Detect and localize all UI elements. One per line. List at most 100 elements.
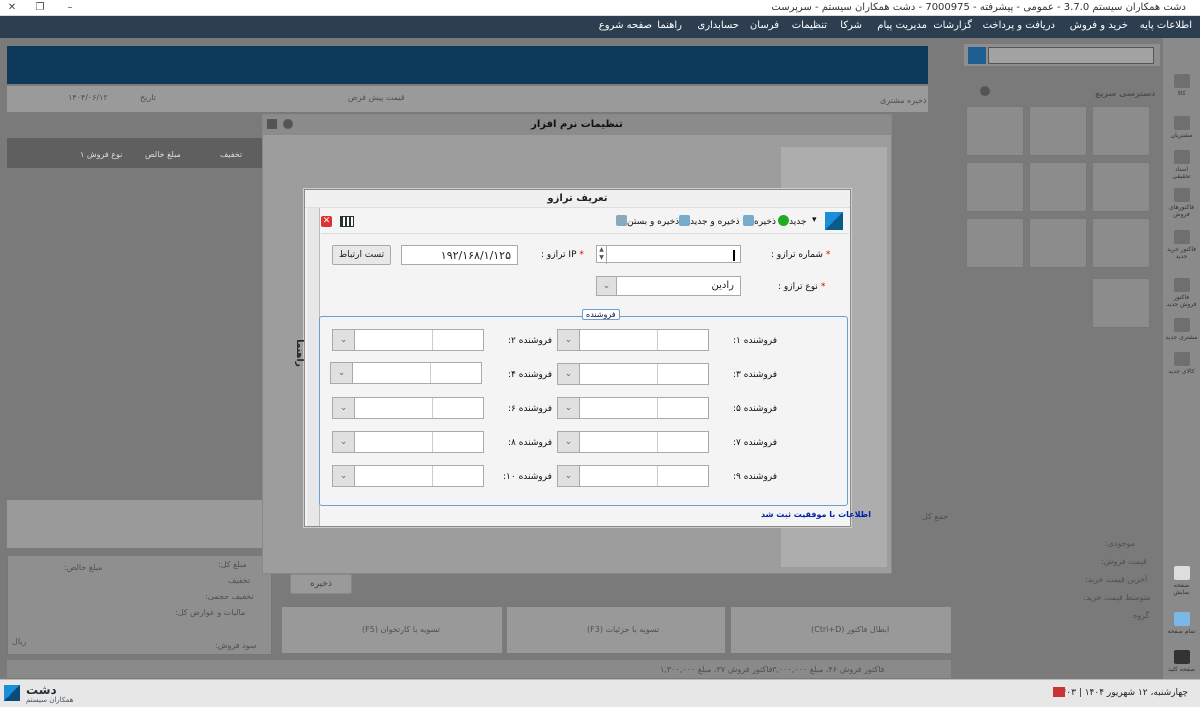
flag-icon[interactable] [1053, 687, 1065, 697]
pay-details-button[interactable]: تسویه با جزئیات (F3) [507, 607, 725, 653]
chevron-down-icon[interactable]: ⌄ [333, 466, 355, 486]
settings-close-icon[interactable] [267, 119, 277, 129]
quick-cell[interactable] [1029, 106, 1087, 156]
scale-number-label: * شماره ترازو : [771, 250, 831, 260]
quick-cell[interactable] [1029, 162, 1087, 212]
quick-cell[interactable] [1092, 162, 1150, 212]
chevron-down-icon[interactable]: ⌄ [558, 364, 580, 384]
keyboard-icon [1173, 650, 1190, 664]
dialog-title: تعریف ترازو [305, 190, 850, 208]
totals-tax: مالیات و عوارض کل: [175, 608, 246, 617]
recent-invoice-1[interactable]: فاکتور فروش ۳۷، مبلغ ۱,۳۰۰,۰۰۰ [660, 665, 772, 674]
quick-cell[interactable] [1092, 218, 1150, 268]
ip-label: * IP ترازو : [541, 250, 584, 260]
chevron-down-icon[interactable]: ⌄ [333, 330, 355, 350]
rt-fullscreen[interactable]: تمام صفحه [1165, 612, 1198, 635]
quick-cell[interactable] [1092, 106, 1150, 156]
chevron-down-icon[interactable]: ⌄ [333, 432, 355, 452]
seller-5-select[interactable]: ⌄ [557, 397, 709, 419]
quick-cell[interactable] [966, 218, 1024, 268]
rt-new-product[interactable]: کالای جدید [1165, 352, 1198, 375]
seller-6-select[interactable]: ⌄ [332, 397, 484, 419]
menu-basic-info[interactable]: اطلاعات پایه [1140, 20, 1192, 31]
seller-8-select[interactable]: ⌄ [332, 431, 484, 453]
sellers-group-title: فروشنده [582, 309, 620, 320]
chevron-down-icon[interactable]: ⌄ [558, 330, 580, 350]
save-new-button[interactable]: ذخیره و جدید [677, 215, 740, 227]
new-button[interactable]: جدید [776, 215, 807, 227]
seller-1-select[interactable]: ⌄ [557, 329, 709, 351]
save-customer-label: ذخیره مشتری [880, 96, 927, 105]
pay-card-button[interactable]: تسویه با کارتخوان (F5) [282, 607, 502, 653]
scale-type-select[interactable]: ⌄ رادین [596, 276, 741, 296]
close-icon[interactable]: ✕ [321, 216, 332, 227]
scale-type-label: * نوع ترازو : [778, 282, 826, 292]
rt-docs[interactable]: اسناد تحقیقی [1165, 150, 1198, 180]
rt-display[interactable]: صفحه نمایش [1165, 566, 1198, 596]
save-new-icon [679, 215, 690, 226]
seller-5-label: فروشنده ۵: [733, 404, 778, 414]
chevron-down-icon[interactable]: ⌄ [558, 398, 580, 418]
seller-8-label: فروشنده ۸: [508, 438, 553, 448]
rt-new-customer[interactable]: مشتری جدید [1165, 318, 1198, 341]
seller-7-select[interactable]: ⌄ [557, 431, 709, 453]
background-save-button[interactable]: ذخیره [290, 574, 352, 594]
menu-farsan[interactable]: فرسان [750, 20, 779, 31]
menu-partners[interactable]: شرکا [840, 20, 862, 31]
chevron-down-icon[interactable]: ⌄ [333, 398, 355, 418]
chevron-down-icon[interactable]: ⌄ [558, 432, 580, 452]
search-input[interactable] [988, 47, 1154, 64]
seller-3-select[interactable]: ⌄ [557, 363, 709, 385]
restore-window-button[interactable]: ❐ [30, 0, 50, 16]
menu-settings[interactable]: تنظیمات [792, 20, 827, 31]
seller-2-select[interactable]: ⌄ [332, 329, 484, 351]
seller-10-select[interactable]: ⌄ [332, 465, 484, 487]
minimize-window-button[interactable]: – [60, 0, 80, 16]
save-close-button[interactable]: ذخیره و بستن [614, 215, 679, 227]
seller-4-select[interactable]: ⌄ [330, 362, 482, 384]
rt-sale-invoices[interactable]: فاکتورهای فروش [1165, 188, 1198, 218]
menu-help[interactable]: راهنما [657, 20, 682, 31]
menu-buy-sell[interactable]: خرید و فروش [1070, 20, 1128, 31]
chevron-down-icon[interactable]: ⌄ [331, 363, 353, 383]
new-dropdown-icon[interactable]: ▾ [812, 215, 817, 225]
ip-input[interactable]: ۱۹۲/۱۶۸/۱/۱۲۵ [401, 245, 518, 265]
add-invoice-icon [1173, 230, 1190, 244]
currency-label: ریال [12, 637, 27, 646]
rt-new-purchase[interactable]: فاکتور خرید جدید [1165, 230, 1198, 260]
menu-messages[interactable]: مدیریت پیام [877, 20, 927, 31]
save-button[interactable]: ذخیره [741, 215, 776, 227]
settings-help-icon[interactable] [283, 119, 293, 129]
spinner-icon[interactable]: ▲ ▼ [597, 246, 607, 264]
quick-cell[interactable] [1029, 218, 1087, 268]
menu-accounting[interactable]: حسابداری [697, 20, 739, 31]
chevron-down-icon[interactable]: ⌄ [558, 466, 580, 486]
quick-cell[interactable] [1092, 278, 1150, 328]
film-icon[interactable] [340, 216, 354, 227]
scale-definition-dialog: تعریف ترازو راهنما ✕ ذخیره و بستن ذخیره … [294, 189, 871, 527]
scale-number-input[interactable]: ▲ ▼ [596, 245, 741, 264]
gear-icon[interactable] [980, 86, 990, 96]
menu-start-page[interactable]: صفحه شروع [599, 20, 652, 31]
rt-new-sale[interactable]: فاکتور فروش جدید [1165, 278, 1198, 308]
close-window-button[interactable]: ✕ [2, 0, 22, 16]
test-connection-button[interactable]: تست ارتباط [332, 245, 391, 265]
rt-keyboard[interactable]: صفحه کلید [1165, 650, 1198, 673]
seller-9-select[interactable]: ⌄ [557, 465, 709, 487]
chevron-down-icon[interactable]: ⌄ [597, 277, 617, 295]
cancel-invoice-button[interactable]: ابطال فاکتور (Ctrl+D) [731, 607, 951, 653]
quick-cell[interactable] [966, 162, 1024, 212]
right-toolbar: کالا مشتریان اسناد تحقیقی فاکتورهای فروش… [1163, 38, 1200, 679]
document-icon [1173, 150, 1190, 164]
search-icon[interactable] [968, 47, 986, 64]
seller-7-label: فروشنده ۷: [733, 438, 778, 448]
info-stock: موجودی: [1105, 539, 1136, 548]
rt-products[interactable]: کالا [1165, 74, 1198, 97]
menu-receive-pay[interactable]: دریافت و پرداخت [983, 20, 1055, 31]
menu-reports[interactable]: گزارشات [933, 20, 972, 31]
totals-strip [7, 500, 262, 548]
totals-discount: تخفیف [228, 576, 251, 585]
quick-cell[interactable] [966, 106, 1024, 156]
recent-invoice-2[interactable]: فاکتور فروش ۴۶، مبلغ ۳,۰۰۰,۰۰۰ [772, 665, 884, 674]
rt-customers[interactable]: مشتریان [1165, 116, 1198, 139]
